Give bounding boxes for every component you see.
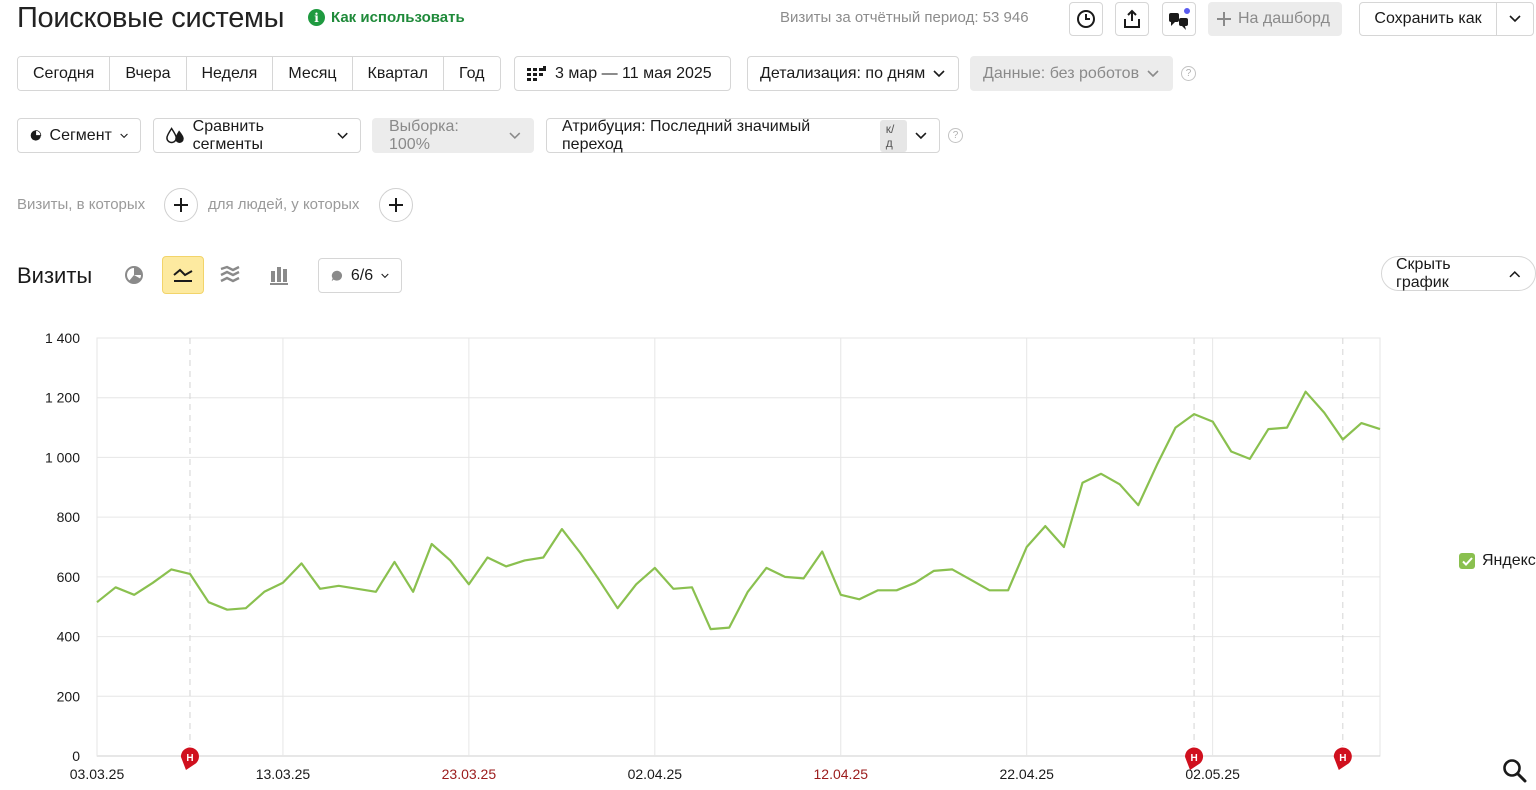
data-point[interactable] <box>1117 482 1121 486</box>
note-marker-label: Н <box>186 753 193 764</box>
note-marker-label: Н <box>1339 753 1346 764</box>
data-point[interactable] <box>151 581 155 585</box>
data-point[interactable] <box>708 627 712 631</box>
data-point[interactable] <box>411 590 415 594</box>
y-tick-label: 400 <box>57 629 81 645</box>
data-point[interactable] <box>894 588 898 592</box>
data-point[interactable] <box>839 593 843 597</box>
data-point[interactable] <box>1080 481 1084 485</box>
data-point[interactable] <box>429 542 433 546</box>
data-point[interactable] <box>969 578 973 582</box>
data-point[interactable] <box>1192 412 1196 416</box>
data-point[interactable] <box>95 600 99 604</box>
data-point[interactable] <box>653 566 657 570</box>
y-tick-label: 1 400 <box>45 330 80 346</box>
x-tick-label: 23.03.25 <box>442 766 497 782</box>
data-point[interactable] <box>188 572 192 576</box>
data-point[interactable] <box>244 606 248 610</box>
data-point[interactable] <box>281 581 285 585</box>
data-point[interactable] <box>1341 437 1345 441</box>
data-point[interactable] <box>1155 463 1159 467</box>
data-point[interactable] <box>1322 410 1326 414</box>
data-point[interactable] <box>1006 588 1010 592</box>
data-point[interactable] <box>950 567 954 571</box>
y-tick-label: 200 <box>57 688 81 704</box>
data-point[interactable] <box>857 597 861 601</box>
data-point[interactable] <box>1359 421 1363 425</box>
data-point[interactable] <box>932 569 936 573</box>
data-point[interactable] <box>504 564 508 568</box>
x-tick-label: 22.04.25 <box>999 766 1054 782</box>
data-point[interactable] <box>801 576 805 580</box>
data-point[interactable] <box>318 587 322 591</box>
series-line-yandex[interactable] <box>96 390 1381 631</box>
data-point[interactable] <box>615 606 619 610</box>
data-point[interactable] <box>1378 427 1382 431</box>
data-point[interactable] <box>1229 449 1233 453</box>
data-point[interactable] <box>746 590 750 594</box>
data-point[interactable] <box>671 587 675 591</box>
data-point[interactable] <box>913 581 917 585</box>
data-point[interactable] <box>113 585 117 589</box>
data-point[interactable] <box>727 625 731 629</box>
data-point[interactable] <box>299 561 303 565</box>
visits-chart[interactable]: 0 200 400 600 800 1 000 1 200 1 400 03.03.25 13.0… <box>0 0 1536 790</box>
y-tick-label: 0 <box>72 748 80 764</box>
x-tick-label: 02.04.25 <box>628 766 683 782</box>
x-tick-label: 13.03.25 <box>256 766 311 782</box>
y-tick-label: 800 <box>57 509 81 525</box>
data-point[interactable] <box>987 588 991 592</box>
data-point[interactable] <box>764 566 768 570</box>
y-tick-label: 1 000 <box>45 449 80 465</box>
data-point[interactable] <box>485 555 489 559</box>
data-point[interactable] <box>467 582 471 586</box>
data-point[interactable] <box>262 590 266 594</box>
y-tick-label: 600 <box>57 569 81 585</box>
x-tick-label: 03.03.25 <box>70 766 125 782</box>
data-point[interactable] <box>541 555 545 559</box>
data-point[interactable] <box>820 549 824 553</box>
data-point[interactable] <box>1303 390 1307 394</box>
data-point[interactable] <box>392 560 396 564</box>
data-point[interactable] <box>1210 419 1214 423</box>
data-point[interactable] <box>1043 524 1047 528</box>
y-tick-label: 1 200 <box>45 390 80 406</box>
data-point[interactable] <box>355 587 359 591</box>
data-point[interactable] <box>1173 425 1177 429</box>
data-point[interactable] <box>1248 457 1252 461</box>
data-point[interactable] <box>634 582 638 586</box>
data-point[interactable] <box>876 588 880 592</box>
data-point[interactable] <box>578 551 582 555</box>
legend-label: Яндекс <box>1482 552 1536 569</box>
data-point[interactable] <box>169 567 173 571</box>
data-point[interactable] <box>132 593 136 597</box>
data-point[interactable] <box>690 585 694 589</box>
data-point[interactable] <box>1062 545 1066 549</box>
data-point[interactable] <box>337 584 341 588</box>
data-point[interactable] <box>1136 503 1140 507</box>
data-point[interactable] <box>522 558 526 562</box>
data-point[interactable] <box>1266 427 1270 431</box>
data-point[interactable] <box>1025 545 1029 549</box>
data-point[interactable] <box>597 578 601 582</box>
data-point[interactable] <box>206 600 210 604</box>
plot-area <box>96 337 1381 757</box>
data-point[interactable] <box>783 575 787 579</box>
note-marker-label: Н <box>1190 753 1197 764</box>
data-point[interactable] <box>1099 472 1103 476</box>
search-icon[interactable] <box>1502 758 1528 784</box>
checkbox-checked-icon[interactable] <box>1459 553 1475 569</box>
legend-item-yandex[interactable]: Яндекс <box>1459 552 1536 570</box>
data-point[interactable] <box>448 558 452 562</box>
data-point[interactable] <box>225 608 229 612</box>
data-point[interactable] <box>374 590 378 594</box>
data-point[interactable] <box>1285 425 1289 429</box>
x-tick-label: 02.05.25 <box>1185 766 1240 782</box>
x-tick-label: 12.04.25 <box>814 766 869 782</box>
data-point[interactable] <box>560 527 564 531</box>
